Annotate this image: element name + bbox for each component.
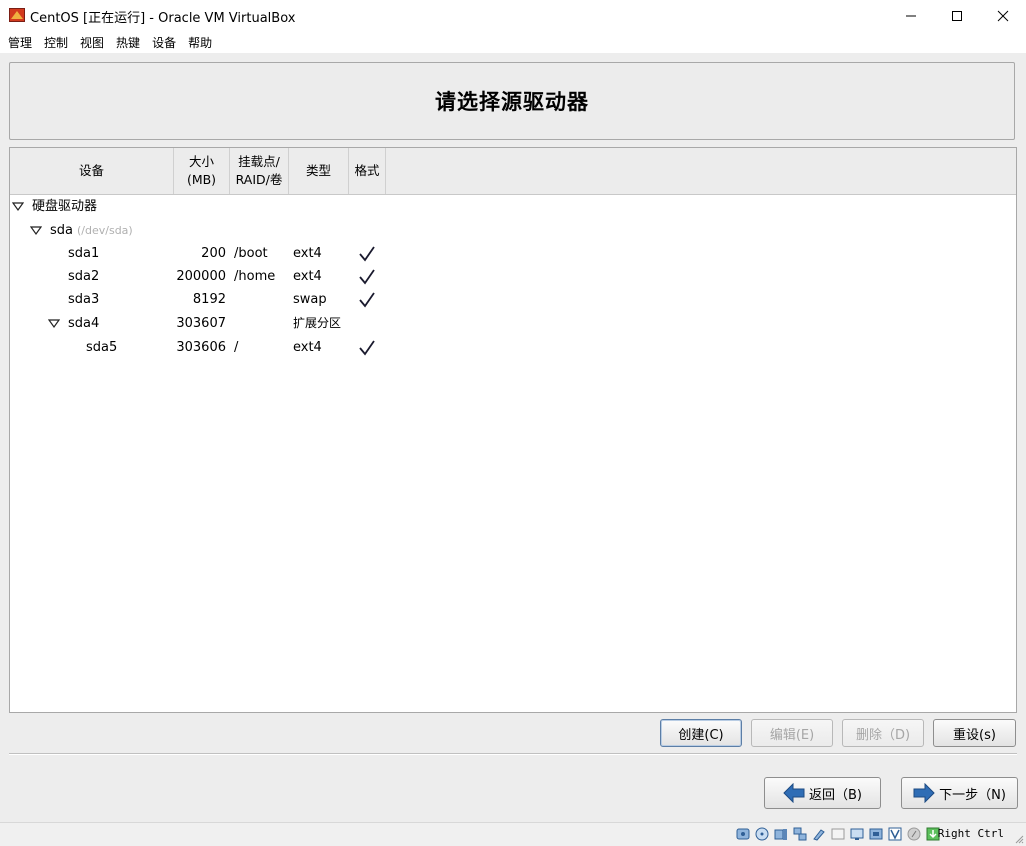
virtualbox-app-icon (9, 8, 25, 22)
group-label: 硬盘驱动器 (32, 199, 98, 214)
column-type[interactable]: 类型 (289, 148, 349, 194)
menu-view[interactable]: 视图 (80, 34, 104, 51)
host-key-label: Right Ctrl (937, 827, 1004, 840)
close-icon (997, 10, 1009, 21)
partition-type: ext4 (293, 246, 322, 261)
format-check-icon[interactable] (358, 339, 376, 356)
column-device[interactable]: 设备 (10, 148, 174, 194)
column-mount-label-2: RAID/卷 (235, 172, 283, 187)
partition-size: 8192 (192, 292, 226, 307)
menu-devices[interactable]: 设备 (152, 34, 176, 51)
reset-button-label: 重设(s) (953, 727, 996, 743)
capture-icon[interactable] (869, 827, 883, 841)
drive-tree[interactable]: 设备 大小 (MB) 挂载点/ RAID/卷 类型 格式 硬盘驱动器 sda (… (9, 147, 1017, 713)
partition-type: 扩展分区 (293, 316, 342, 330)
divider (9, 753, 1017, 755)
close-button[interactable] (980, 0, 1026, 31)
page-title: 请选择源驱动器 (435, 90, 589, 114)
partition-name: sda3 (68, 292, 100, 307)
partition-size: 303607 (176, 316, 226, 331)
partition-mount: / (234, 340, 239, 355)
delete-button[interactable]: 删除（D) (842, 719, 924, 747)
partition-name: sda1 (68, 246, 100, 261)
minimize-icon (906, 15, 916, 16)
table-row[interactable]: sda1 200 /boot ext4 (10, 242, 1016, 265)
page-header: 请选择源驱动器 (9, 62, 1015, 140)
partition-size: 303606 (176, 340, 226, 355)
tree-row-group[interactable]: 硬盘驱动器 (10, 195, 1016, 218)
window-titlebar: CentOS [正在运行] - Oracle VM VirtualBox (0, 0, 1026, 31)
menu-hotkeys[interactable]: 热键 (116, 34, 140, 51)
expander-open-icon[interactable] (30, 226, 42, 236)
partition-type: ext4 (293, 340, 322, 355)
table-row[interactable]: sda2 200000 /home ext4 (10, 265, 1016, 288)
virtualization-icon[interactable] (888, 827, 902, 841)
back-button[interactable]: 返回（B) (764, 777, 881, 809)
menu-help[interactable]: 帮助 (188, 34, 212, 51)
menu-control[interactable]: 控制 (44, 34, 68, 51)
column-mount-label: 挂载点/ (238, 154, 280, 169)
column-device-label: 设备 (78, 163, 104, 178)
format-check-icon[interactable] (358, 268, 376, 285)
table-row[interactable]: sda4 303607 扩展分区 (10, 312, 1016, 335)
window-title: CentOS [正在运行] - Oracle VM VirtualBox (30, 11, 296, 26)
maximize-button[interactable] (934, 0, 980, 31)
disk-path: (/dev/sda) (77, 224, 133, 237)
table-row[interactable]: sda3 8192 swap (10, 288, 1016, 311)
network-icon[interactable] (793, 827, 807, 841)
disk-name: sda (50, 223, 73, 238)
partition-type: swap (293, 292, 327, 307)
column-size[interactable]: 大小 (MB) (174, 148, 230, 194)
create-button-label: 创建(C) (678, 727, 724, 743)
column-headers: 设备 大小 (MB) 挂载点/ RAID/卷 类型 格式 (10, 148, 1016, 195)
resize-grip-icon[interactable] (1014, 834, 1024, 844)
maximize-icon (952, 10, 962, 21)
partition-name: sda2 (68, 269, 100, 284)
shared-folders-icon[interactable] (831, 827, 845, 841)
menu-manage[interactable]: 管理 (8, 34, 32, 51)
arrow-right-icon (913, 783, 935, 803)
partition-mount: /boot (234, 246, 268, 261)
partition-mount: /home (234, 269, 276, 284)
mouse-integration-icon[interactable] (907, 827, 921, 841)
column-type-label: 类型 (305, 163, 331, 178)
display-icon[interactable] (850, 827, 864, 841)
table-row[interactable]: sda5 303606 / ext4 (10, 336, 1016, 359)
partition-name: sda4 (68, 316, 100, 331)
back-button-label: 返回（B) (809, 787, 862, 803)
column-size-unit: (MB) (186, 172, 217, 187)
guest-display: 请选择源驱动器 设备 大小 (MB) 挂载点/ RAID/卷 类型 格式 硬盘驱… (0, 53, 1026, 822)
column-size-label: 大小 (188, 154, 214, 169)
create-button[interactable]: 创建(C) (660, 719, 742, 747)
partition-size: 200 (201, 246, 226, 261)
column-format-label: 格式 (354, 163, 380, 178)
expander-open-icon[interactable] (48, 319, 60, 329)
format-check-icon[interactable] (358, 291, 376, 308)
next-button[interactable]: 下一步（N) (901, 777, 1018, 809)
edit-button[interactable]: 编辑(E) (751, 719, 833, 747)
tree-row-disk[interactable]: sda (/dev/sda) (10, 219, 1016, 242)
usb-icon[interactable] (812, 827, 826, 841)
next-button-label: 下一步（N) (939, 787, 1006, 803)
minimize-button[interactable] (888, 0, 934, 31)
delete-button-label: 删除（D) (855, 727, 911, 743)
reset-button[interactable]: 重设(s) (933, 719, 1016, 747)
arrow-left-icon (783, 783, 805, 803)
edit-button-label: 编辑(E) (769, 727, 815, 743)
hard-disk-icon[interactable] (736, 827, 750, 841)
vm-statusbar: Right Ctrl (0, 822, 1026, 846)
audio-icon[interactable] (774, 827, 788, 841)
column-format[interactable]: 格式 (349, 148, 386, 194)
format-check-icon[interactable] (358, 245, 376, 262)
column-mount[interactable]: 挂载点/ RAID/卷 (230, 148, 289, 194)
expander-open-icon[interactable] (12, 202, 24, 212)
partition-type: ext4 (293, 269, 322, 284)
partition-size: 200000 (176, 269, 226, 284)
partition-name: sda5 (86, 340, 118, 355)
optical-drive-icon[interactable] (755, 827, 769, 841)
menubar: 管理 控制 视图 热键 设备 帮助 (0, 31, 1026, 53)
